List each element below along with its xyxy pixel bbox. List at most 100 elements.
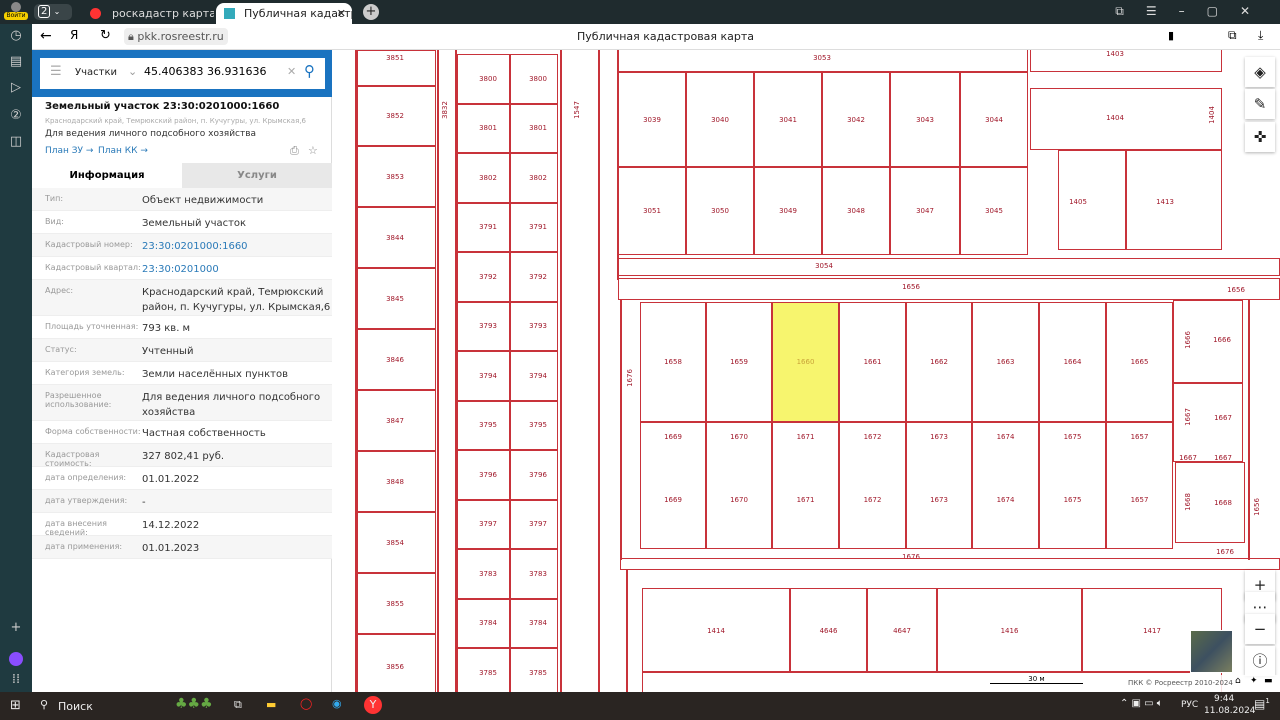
parcel-label: 3800 <box>479 74 497 83</box>
tab-services[interactable]: Услуги <box>182 163 332 188</box>
field-label: дата определения: <box>45 473 127 482</box>
road-edge[interactable] <box>620 558 1280 570</box>
explorer-icon[interactable]: ▬ <box>266 698 276 711</box>
notifications-icon[interactable]: ▤1 <box>1254 697 1270 711</box>
language-indicator[interactable]: РУС <box>1181 700 1198 710</box>
tab-yandex[interactable]: роскадастр карта — Яндекс <box>84 3 214 24</box>
parcel-label: 3795 <box>529 421 547 430</box>
parcel[interactable] <box>772 422 839 549</box>
clock-date[interactable]: 11.08.2024 <box>1204 706 1256 716</box>
parcel[interactable] <box>706 422 772 549</box>
info-panel: ☰ Участки ⌄ ✕ ⚲ ‹ Земельный участок 23:3… <box>32 50 344 692</box>
edge-icon[interactable]: ◉ <box>332 697 342 710</box>
yandex-browser-icon[interactable]: Y <box>364 696 382 714</box>
parcel-label: 1657 <box>1130 433 1149 441</box>
tab-counter[interactable]: 2 ⌄ <box>34 4 72 20</box>
road-edge[interactable] <box>618 258 1280 276</box>
bookmark-icon[interactable]: ▮ <box>1168 29 1174 42</box>
ruler-icon[interactable]: ✎ <box>1245 89 1275 119</box>
screenshot-icon[interactable]: ◫ <box>0 134 32 149</box>
parcel[interactable] <box>1126 150 1222 250</box>
tab-pkk[interactable]: Публичная кадастровая карта✕ <box>216 3 352 24</box>
notes-icon[interactable]: ▤ <box>0 54 32 69</box>
add-icon[interactable]: + <box>0 620 32 635</box>
field-value[interactable]: 23:30:0201000:1660 <box>142 234 332 256</box>
parcel-label: 3847 <box>386 416 404 425</box>
field-value[interactable]: 23:30:0201000 <box>142 257 332 279</box>
compass-icon[interactable]: ✜ <box>1245 122 1275 152</box>
road-edge[interactable] <box>1248 300 1250 560</box>
parcel[interactable] <box>640 422 706 549</box>
layers-icon[interactable]: ◈ <box>1245 57 1275 87</box>
download-icon[interactable]: ⤓ <box>1258 28 1263 43</box>
reload-icon[interactable]: ↻ <box>100 28 111 43</box>
task-view-icon[interactable]: ⧉ <box>234 698 242 712</box>
parcel-label: 3846 <box>386 355 404 364</box>
cadastral-map[interactable]: 3851 3852 3853 3844 3845 3846 3847 3848 3854 3855… <box>332 50 1280 692</box>
chevron-down-icon[interactable]: ⌄ <box>128 65 137 78</box>
alice-icon[interactable] <box>9 652 23 666</box>
clock-time[interactable]: 9:44 <box>1214 694 1234 704</box>
tray-icons[interactable]: ⌃ ▣ ▭ 🔈︎ <box>1120 698 1163 709</box>
category-select[interactable]: Участки <box>75 67 117 78</box>
parcel-label: 1403 <box>1106 50 1124 58</box>
plan-kk-link[interactable]: План КК → <box>98 146 148 156</box>
menu-icon[interactable]: ☰ <box>50 64 62 79</box>
zoom-out-button[interactable]: − <box>1245 614 1275 644</box>
windows-start-icon[interactable]: ⊞ <box>10 698 21 713</box>
field-label: Кадастровый номер: <box>45 240 133 249</box>
profile-button[interactable]: Войти <box>4 2 28 22</box>
home-icon[interactable]: ⌂ <box>1235 676 1241 686</box>
trees-widget-icon[interactable]: ♣♣♣ <box>175 696 213 712</box>
parcel[interactable] <box>1106 422 1173 549</box>
road-edge[interactable] <box>437 50 439 692</box>
profile-label: Войти <box>4 12 28 20</box>
fullscreen-icon[interactable]: ▬ <box>1264 676 1273 686</box>
apps-icon[interactable]: ⁞⁞ <box>0 672 32 687</box>
tab-count: 2 <box>38 5 51 18</box>
parcel[interactable] <box>1030 50 1222 72</box>
info-row: Адрес: Краснодарский край, Темрюкский рай… <box>32 280 332 316</box>
satellite-minimap[interactable] <box>1190 630 1233 673</box>
opera-icon[interactable]: ◯ <box>300 697 312 710</box>
yandex-home-icon[interactable]: Я <box>70 28 78 42</box>
url-text: pkk.rosreestr.ru <box>137 30 224 43</box>
road-edge[interactable] <box>618 278 1280 300</box>
locate-icon[interactable]: ✦ <box>1250 676 1258 686</box>
print-icon[interactable]: ⎙ <box>290 144 299 158</box>
parcel-label: 1413 <box>1156 198 1174 206</box>
close-tab-icon[interactable]: ✕ <box>337 3 346 24</box>
plan-zu-link[interactable]: План ЗУ → <box>45 146 93 156</box>
info-row: дата внесения сведений: 14.12.2022 <box>32 513 332 537</box>
extensions-icon[interactable]: ⧉ <box>1228 28 1237 43</box>
url-field[interactable]: 🔒︎ pkk.rosreestr.ru <box>124 28 228 45</box>
taskbar-search[interactable]: Поиск <box>58 700 93 713</box>
parcel-label: 1672 <box>863 433 882 441</box>
parcel-label: 1674 <box>996 496 1015 504</box>
back-icon[interactable]: ← <box>40 28 52 44</box>
new-tab-button[interactable]: + <box>363 4 379 20</box>
parcel[interactable] <box>1030 88 1222 150</box>
search-icon[interactable]: ⚲ <box>304 62 315 80</box>
road-edge[interactable] <box>560 50 562 692</box>
parcel[interactable] <box>972 422 1039 549</box>
parcel-label: 3793 <box>479 322 497 331</box>
clear-icon[interactable]: ✕ <box>287 65 296 78</box>
tabs-icon[interactable]: ② <box>0 108 32 123</box>
info-icon[interactable]: ⓘ <box>1245 646 1275 676</box>
video-icon[interactable]: ▷ <box>0 80 32 95</box>
history-icon[interactable]: ◷ <box>0 28 32 43</box>
parcel[interactable] <box>906 422 972 549</box>
parcel[interactable] <box>1039 422 1106 549</box>
road-edge[interactable] <box>620 300 622 560</box>
search-input[interactable] <box>144 65 284 78</box>
search-icon[interactable]: ⚲ <box>40 698 48 711</box>
tab-info[interactable]: Информация <box>32 163 182 188</box>
field-label: Тип: <box>45 194 64 203</box>
parcel[interactable] <box>839 422 906 549</box>
parcel-label: 1670 <box>730 496 748 504</box>
road-edge[interactable] <box>598 50 600 692</box>
road-edge[interactable] <box>626 570 628 692</box>
copyright: ПКК © Росреестр 2010-2024 <box>1128 679 1233 687</box>
star-icon[interactable]: ☆ <box>308 144 318 157</box>
